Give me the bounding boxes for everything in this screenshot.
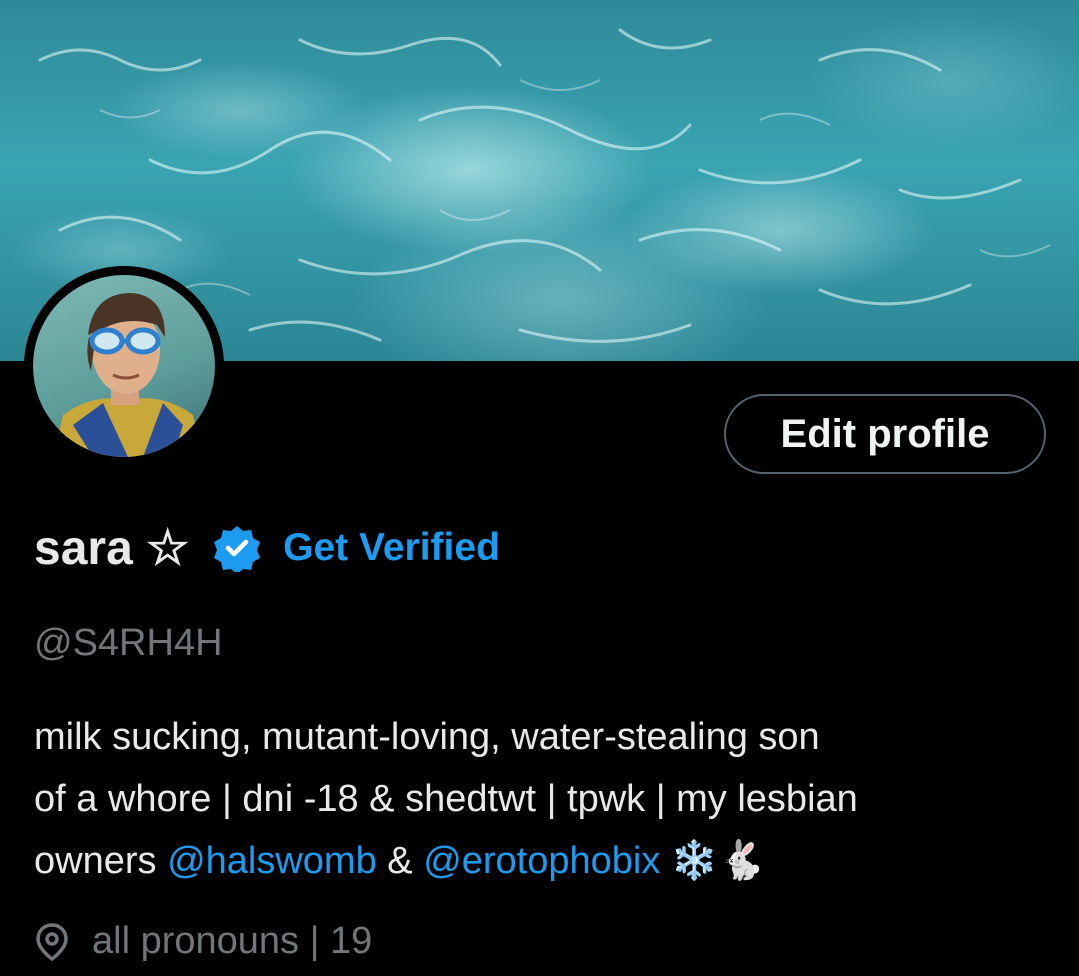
snowflake-emoji: ❄️ <box>670 840 719 882</box>
location-pin-icon <box>34 922 70 962</box>
avatar-illustration <box>53 293 203 457</box>
location-text: all pronouns | 19 <box>92 920 373 962</box>
bio-text: owners <box>34 840 168 882</box>
profile-location: all pronouns | 19 <box>34 920 372 963</box>
bio-line: of a whore | dni -18 & shedtwt | tpwk | … <box>34 778 858 820</box>
name-row: sara ☆ Get Verified <box>34 516 500 580</box>
bio-line: owners @halswomb & @erotophobix ❄️🐇 <box>34 830 1064 892</box>
avatar[interactable] <box>33 275 215 457</box>
mention-link-erotophobix[interactable]: @erotophobix <box>423 840 660 882</box>
verified-badge-icon[interactable] <box>213 524 261 572</box>
get-verified-link[interactable]: Get Verified <box>283 526 500 570</box>
user-handle: @S4RH4H <box>34 622 223 664</box>
display-name: sara ☆ <box>34 522 190 575</box>
bio-text: & <box>376 840 424 882</box>
edit-profile-button[interactable]: Edit profile <box>724 394 1046 474</box>
avatar-frame[interactable] <box>24 266 224 466</box>
profile-bio: milk sucking, mutant-loving, water-steal… <box>34 706 1064 892</box>
bio-line: milk sucking, mutant-loving, water-steal… <box>34 716 820 758</box>
rabbit-emoji: 🐇 <box>718 840 766 882</box>
mention-link-halswomb[interactable]: @halswomb <box>167 840 377 882</box>
